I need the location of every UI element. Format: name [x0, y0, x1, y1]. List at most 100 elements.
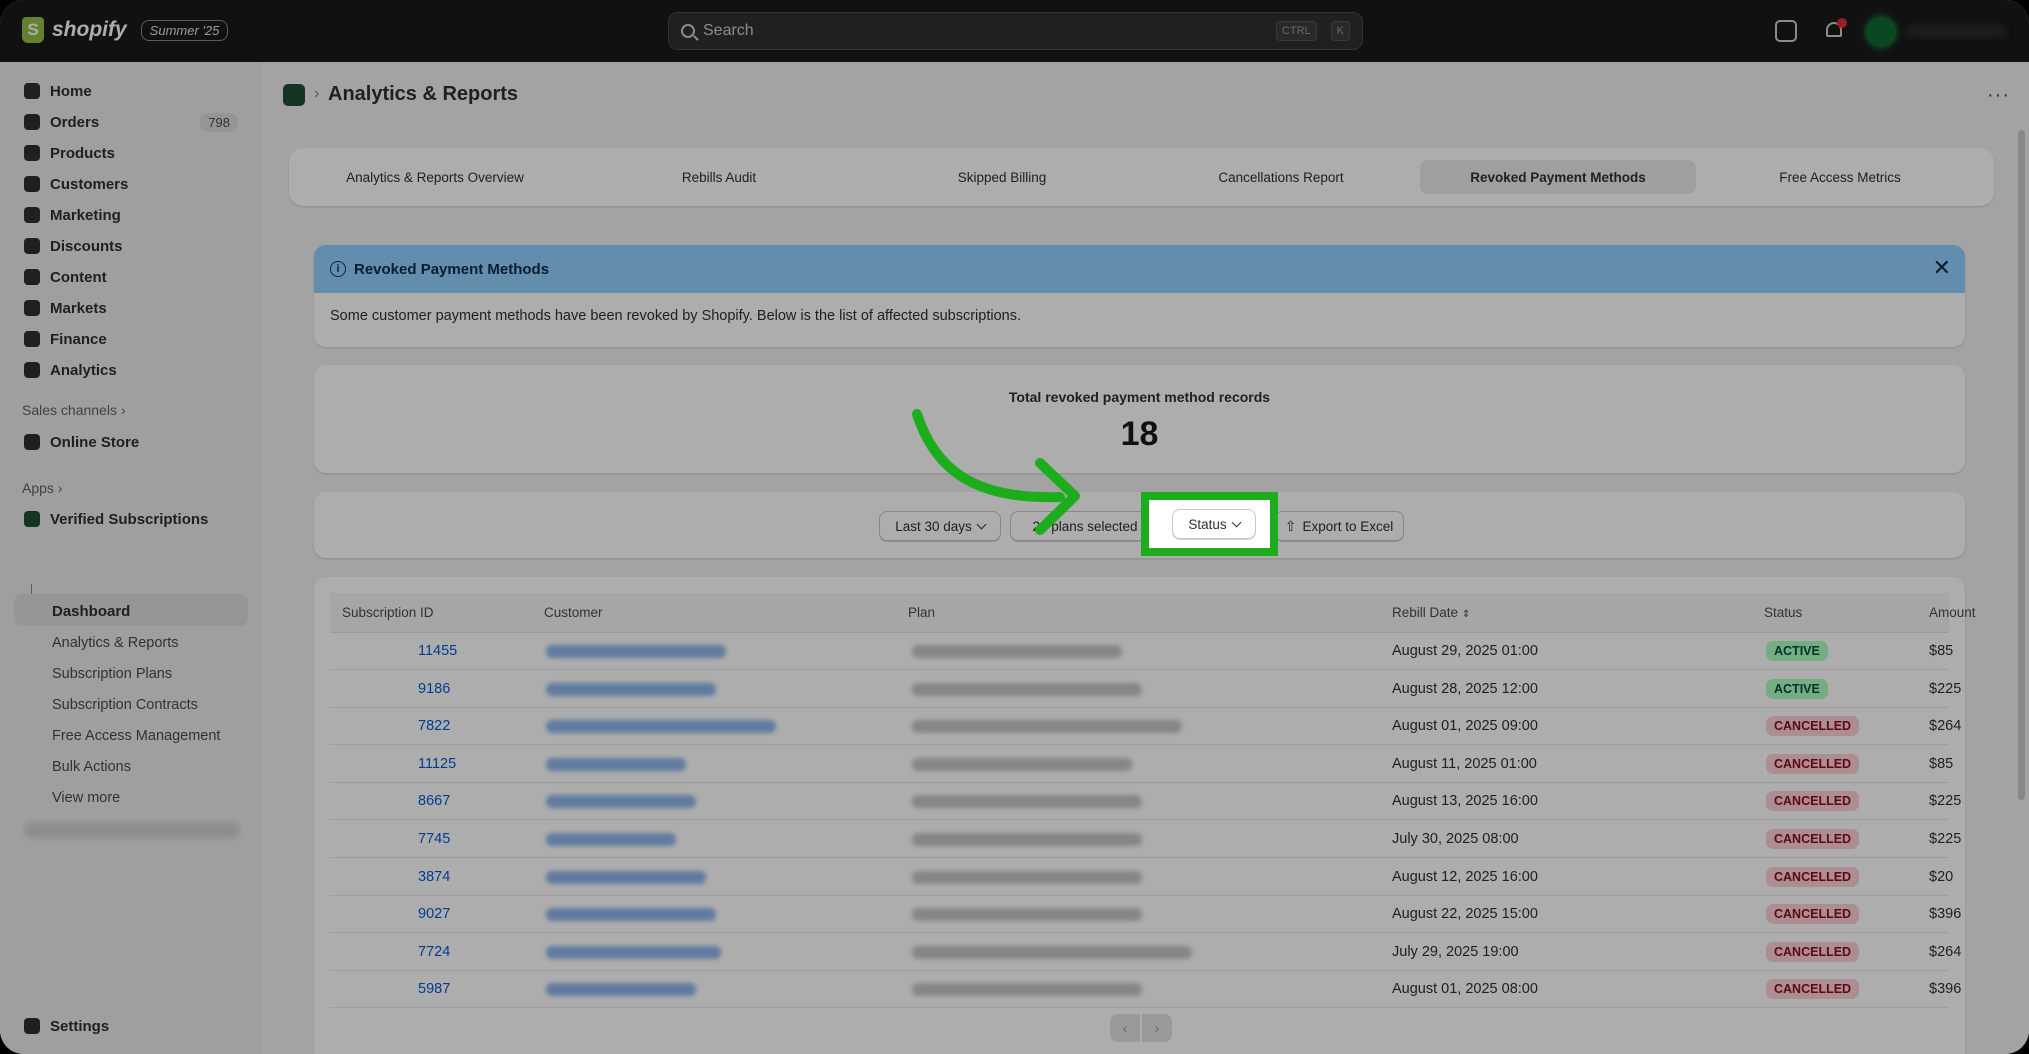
- col-subscription-id: Subscription ID: [342, 605, 434, 620]
- sidebar-sub-free-access[interactable]: Free Access Management: [52, 728, 220, 744]
- subscription-id-link[interactable]: 7724: [418, 944, 450, 960]
- table-row: 9027 August 22, 2025 15:00 CANCELLED $396: [330, 896, 1961, 934]
- export-button[interactable]: ⇧ Export to Excel: [1274, 511, 1404, 541]
- col-plan: Plan: [908, 605, 936, 620]
- sidebar-item-home[interactable]: Home: [14, 77, 248, 105]
- sidebar-item-verified-subscriptions[interactable]: Verified Subscriptions: [14, 505, 248, 533]
- sidebar-item-finance[interactable]: Finance: [14, 325, 248, 353]
- customer-redacted[interactable]: [546, 682, 716, 696]
- table-row: 11455 August 29, 2025 01:00 ACTIVE $85: [330, 633, 1953, 670]
- tab-revoked-payment-methods[interactable]: Revoked Payment Methods: [1420, 160, 1696, 194]
- subscriptions-table: Subscription ID Customer Plan Rebill Dat…: [314, 577, 1976, 1054]
- search-input[interactable]: Search CTRL K: [668, 12, 1363, 50]
- store-icon[interactable]: [1775, 20, 1797, 42]
- subscription-id-link[interactable]: 11125: [418, 756, 456, 772]
- prev-page-button[interactable]: ‹: [1110, 1014, 1140, 1042]
- sidebar-item-orders[interactable]: Orders 798: [14, 108, 248, 136]
- customer-redacted[interactable]: [546, 908, 716, 922]
- sidebar-item-discounts[interactable]: Discounts: [14, 232, 248, 260]
- status-badge: CANCELLED: [1766, 829, 1860, 849]
- breadcrumb-separator: ›: [314, 85, 320, 102]
- customer-redacted[interactable]: [546, 945, 721, 959]
- sidebar-sub-dashboard[interactable]: [14, 594, 248, 626]
- customer-redacted[interactable]: [546, 870, 706, 884]
- sidebar-item-products[interactable]: Products: [14, 139, 248, 167]
- rebill-date: August 28, 2025 12:00: [1392, 680, 1538, 697]
- scrollbar[interactable]: [2018, 130, 2025, 800]
- bar-chart-icon: [24, 362, 40, 378]
- sidebar-sub-plans[interactable]: Subscription Plans: [52, 666, 172, 682]
- table-row: 5987 August 01, 2025 08:00 CANCELLED $396: [330, 971, 1961, 1009]
- app-logo-icon[interactable]: [283, 84, 305, 106]
- account-name-redacted[interactable]: [1906, 24, 2006, 38]
- status-badge: CANCELLED: [1766, 716, 1860, 737]
- tab-rebills-audit[interactable]: Rebills Audit: [581, 160, 857, 194]
- app-icon: [24, 511, 40, 527]
- plan-redacted: [912, 682, 1142, 696]
- rebill-date: August 01, 2025 08:00: [1392, 981, 1538, 998]
- col-rebill-date[interactable]: Rebill Date ⇕: [1392, 605, 1470, 620]
- subscription-id-link[interactable]: 9027: [418, 906, 450, 922]
- plan-redacted: [912, 720, 1182, 734]
- more-actions-icon[interactable]: ···: [1987, 84, 2010, 107]
- tab-overview[interactable]: Analytics & Reports Overview: [297, 160, 573, 194]
- content-icon: [24, 269, 40, 285]
- sidebar-item-markets[interactable]: Markets: [14, 294, 248, 322]
- table-header: Subscription ID Customer Plan Rebill Dat…: [330, 593, 1976, 633]
- sidebar-sub-analytics[interactable]: Analytics & Reports: [52, 635, 179, 651]
- rebill-date: July 30, 2025 08:00: [1392, 831, 1519, 847]
- sidebar-item-customers[interactable]: Customers: [14, 170, 248, 198]
- home-icon: [24, 83, 40, 99]
- tab-cancellations[interactable]: Cancellations Report: [1143, 160, 1419, 194]
- app-window: S shopify Summer '25 Search CTRL K Home …: [0, 0, 2029, 1054]
- customer-redacted[interactable]: [546, 757, 686, 771]
- subscription-id-link[interactable]: 8667: [418, 793, 450, 809]
- tab-skipped-billing[interactable]: Skipped Billing: [864, 160, 1140, 194]
- table-row: 7745 July 30, 2025 08:00 CANCELLED $225: [330, 821, 1961, 858]
- customer-redacted[interactable]: [546, 983, 696, 997]
- status-badge: ACTIVE: [1766, 678, 1828, 699]
- customer-redacted[interactable]: [546, 645, 726, 658]
- shopify-logo[interactable]: S shopify Summer '25: [22, 17, 229, 43]
- person-icon: [24, 176, 40, 192]
- sidebar-sub-bulk-actions[interactable]: Bulk Actions: [52, 759, 131, 775]
- subscription-id-link[interactable]: 3874: [418, 869, 450, 885]
- sidebar-item-content[interactable]: Content: [14, 263, 248, 291]
- subscription-id-link[interactable]: 7745: [418, 831, 450, 847]
- rebill-date: August 29, 2025 01:00: [1392, 643, 1538, 659]
- sidebar-item-marketing[interactable]: Marketing: [14, 201, 248, 229]
- tab-free-access-metrics[interactable]: Free Access Metrics: [1702, 160, 1978, 194]
- amount: $225: [1929, 680, 1962, 697]
- brand-name: shopify: [52, 18, 127, 41]
- customer-redacted[interactable]: [546, 833, 676, 846]
- sort-icon: ⇕: [1462, 609, 1471, 620]
- notification-bell-icon[interactable]: [1823, 18, 1847, 42]
- rebill-date: August 11, 2025 01:00: [1392, 755, 1537, 772]
- discount-icon: [24, 238, 40, 254]
- date-range-button[interactable]: Last 30 days: [879, 511, 1001, 541]
- sidebar-item-analytics[interactable]: Analytics: [14, 356, 248, 384]
- customer-redacted[interactable]: [546, 795, 696, 809]
- sidebar-sub-contracts[interactable]: Subscription Contracts: [52, 697, 198, 713]
- subscription-id-link[interactable]: 7822: [418, 718, 450, 734]
- subscription-id-link[interactable]: 5987: [418, 981, 450, 997]
- sidebar-item-online-store[interactable]: Online Store: [14, 428, 248, 456]
- apps-title[interactable]: Apps ›: [22, 480, 62, 496]
- sidebar-item-settings[interactable]: Settings: [14, 1012, 248, 1040]
- shortcut-ctrl: CTRL: [1275, 21, 1317, 41]
- next-page-button[interactable]: ›: [1142, 1014, 1172, 1042]
- subscription-id-link[interactable]: 9186: [418, 681, 450, 697]
- redacted-item[interactable]: [24, 822, 240, 838]
- close-icon[interactable]: ✕: [1933, 255, 1951, 281]
- subscription-id-link[interactable]: 11455: [418, 643, 457, 659]
- amount: $396: [1929, 981, 1962, 998]
- customer-redacted[interactable]: [546, 720, 776, 734]
- sales-channels-title[interactable]: Sales channels ›: [22, 402, 126, 418]
- sidebar-sub-view-more[interactable]: View more: [52, 790, 120, 806]
- status-filter-button[interactable]: Status: [1172, 509, 1256, 539]
- plan-redacted: [912, 757, 1132, 771]
- plans-filter-button[interactable]: 20 plans selected: [1010, 511, 1160, 541]
- pagination: ‹ ›: [1110, 1014, 1172, 1042]
- rebill-date: August 01, 2025 09:00: [1392, 718, 1538, 735]
- avatar[interactable]: [1866, 17, 1896, 47]
